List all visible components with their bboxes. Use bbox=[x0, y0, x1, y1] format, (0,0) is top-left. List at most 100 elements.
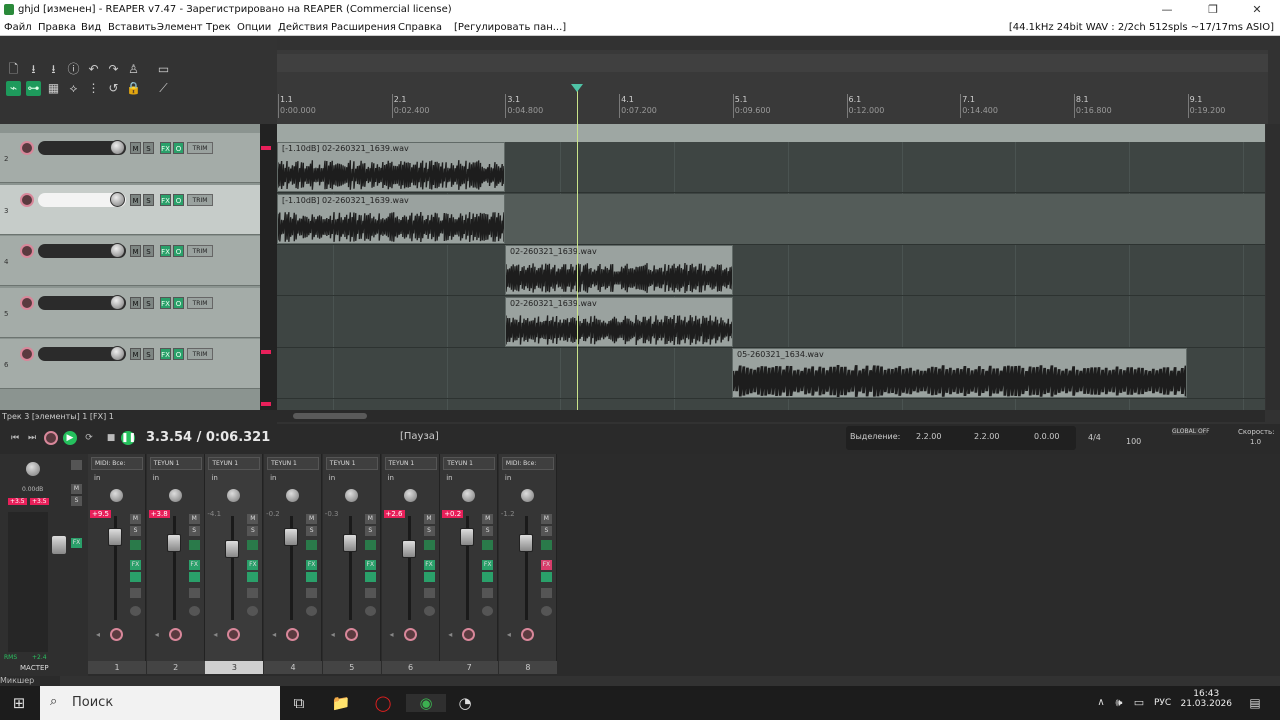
menu-options[interactable]: Опции bbox=[237, 22, 271, 33]
envelope-button[interactable] bbox=[364, 588, 376, 598]
phase-button[interactable]: O bbox=[173, 296, 184, 309]
envelope-points-icon[interactable]: ⟡ bbox=[66, 81, 81, 96]
pan-knob[interactable] bbox=[403, 489, 417, 502]
record-arm-button[interactable] bbox=[227, 628, 241, 641]
minimize-button[interactable]: — bbox=[1144, 0, 1190, 20]
solo-button[interactable]: S bbox=[143, 245, 154, 257]
pan-knob[interactable] bbox=[168, 489, 182, 502]
file-explorer-icon[interactable]: 📁 bbox=[330, 694, 352, 712]
record-arm-button[interactable] bbox=[462, 628, 476, 641]
fx-enable-button[interactable] bbox=[423, 572, 435, 582]
speaker-icon[interactable]: ◂ bbox=[390, 630, 394, 639]
record-arm-button[interactable] bbox=[20, 141, 34, 155]
selection-end[interactable]: 2.2.00 bbox=[974, 432, 999, 441]
solo-button[interactable]: S bbox=[540, 526, 552, 536]
volume-fader[interactable] bbox=[284, 528, 299, 546]
pan-knob[interactable] bbox=[344, 489, 358, 502]
route-button[interactable] bbox=[130, 540, 141, 550]
trim-button[interactable]: TRIM bbox=[187, 142, 213, 154]
menu-help[interactable]: Справка bbox=[398, 22, 442, 33]
route-button[interactable] bbox=[188, 540, 200, 550]
solo-button[interactable]: S bbox=[143, 142, 154, 154]
input-select[interactable]: in bbox=[388, 474, 394, 482]
pan-knob[interactable] bbox=[462, 489, 476, 502]
task-view-icon[interactable]: ⧉ bbox=[288, 694, 310, 712]
volume-fader[interactable] bbox=[108, 528, 122, 546]
phase-button[interactable] bbox=[306, 606, 318, 616]
volume-fader[interactable] bbox=[342, 534, 357, 552]
fx-button[interactable]: FX bbox=[423, 560, 435, 570]
network-icon[interactable]: ▭ bbox=[1128, 694, 1150, 712]
fx-insert-slot[interactable]: TEYUN 1 bbox=[325, 457, 378, 470]
phase-button[interactable] bbox=[423, 606, 435, 616]
volume-knob[interactable] bbox=[110, 294, 125, 310]
phase-button[interactable] bbox=[130, 606, 141, 616]
lock-icon[interactable]: 🔒 bbox=[126, 81, 141, 96]
route-button[interactable] bbox=[247, 540, 259, 550]
scroll-thumb[interactable] bbox=[293, 413, 367, 419]
repeat-icon[interactable]: ⟳ bbox=[82, 431, 96, 445]
volume-knob[interactable] bbox=[110, 140, 125, 155]
record-arm-button[interactable] bbox=[20, 295, 34, 310]
media-item[interactable]: [-1.10dB] 02-260321_1639.wav bbox=[277, 142, 505, 192]
speaker-icon[interactable]: ◂ bbox=[448, 630, 452, 639]
mute-button[interactable]: M bbox=[306, 514, 318, 524]
mute-button[interactable]: M bbox=[540, 514, 552, 524]
record-arm-button[interactable] bbox=[20, 192, 34, 207]
fx-button[interactable]: FX bbox=[306, 560, 318, 570]
media-item[interactable]: 05-260321_1634.wav bbox=[732, 348, 1187, 398]
fx-button[interactable]: FX bbox=[540, 560, 552, 570]
track-header[interactable]: 3 M S FX O TRIM bbox=[0, 184, 260, 235]
master-solo-button[interactable]: S bbox=[71, 496, 82, 506]
master-track-lane[interactable] bbox=[277, 124, 1265, 142]
fx-button[interactable]: FX bbox=[247, 560, 259, 570]
notifications-icon[interactable]: ▤ bbox=[1244, 694, 1266, 712]
mute-button[interactable]: M bbox=[482, 514, 494, 524]
menu-edit[interactable]: Правка bbox=[38, 22, 76, 33]
reaper-taskbar-icon[interactable]: ◔ bbox=[454, 694, 476, 712]
mute-button[interactable]: M bbox=[130, 348, 141, 360]
mute-button[interactable]: M bbox=[364, 514, 376, 524]
mute-button[interactable]: M bbox=[130, 193, 141, 206]
media-item[interactable]: 02-260321_1639.wav bbox=[505, 245, 733, 295]
record-arm-button[interactable] bbox=[20, 347, 34, 361]
fx-enable-button[interactable] bbox=[247, 572, 259, 582]
mute-button[interactable]: M bbox=[130, 245, 141, 257]
pan-knob[interactable] bbox=[286, 489, 300, 502]
volume-knob[interactable] bbox=[110, 191, 125, 207]
go-start-icon[interactable]: ⏮ bbox=[8, 431, 22, 445]
solo-button[interactable]: S bbox=[482, 526, 494, 536]
project-settings-icon[interactable]: ⓘ bbox=[66, 62, 81, 77]
auto-crossfade-icon[interactable]: ⟋ bbox=[156, 81, 171, 96]
master-mute-button[interactable]: M bbox=[71, 484, 82, 494]
trim-button[interactable]: TRIM bbox=[187, 296, 213, 309]
phase-button[interactable] bbox=[188, 606, 200, 616]
fx-button[interactable]: FX bbox=[482, 560, 494, 570]
fx-insert-slot[interactable]: TEYUN 1 bbox=[384, 457, 437, 470]
input-select[interactable]: in bbox=[211, 474, 217, 482]
clock[interactable]: 16:43 21.03.2026 bbox=[1180, 689, 1232, 709]
new-project-icon[interactable]: 🗋 bbox=[6, 62, 21, 77]
track-lane[interactable] bbox=[277, 245, 1265, 296]
phase-button[interactable] bbox=[540, 606, 552, 616]
media-item[interactable]: [-1.10dB] 02-260321_1639.wav bbox=[277, 193, 505, 244]
solo-button[interactable]: S bbox=[364, 526, 376, 536]
speaker-icon[interactable]: ◂ bbox=[155, 630, 159, 639]
phase-button[interactable] bbox=[247, 606, 259, 616]
phase-button[interactable] bbox=[482, 606, 494, 616]
solo-button[interactable]: S bbox=[247, 526, 259, 536]
maximize-button[interactable]: ❐ bbox=[1190, 0, 1236, 20]
mute-button[interactable]: M bbox=[423, 514, 435, 524]
volume-fader[interactable] bbox=[166, 534, 181, 552]
fx-button[interactable]: FX bbox=[160, 245, 171, 257]
pan-knob[interactable] bbox=[110, 489, 123, 502]
audio-device-info[interactable]: [44.1kHz 24bit WAV : 2/2ch 512spls ~17/1… bbox=[1009, 22, 1274, 33]
mute-button[interactable]: M bbox=[130, 142, 141, 154]
undo-icon[interactable]: ↶ bbox=[86, 62, 101, 77]
trim-button[interactable]: TRIM bbox=[187, 193, 213, 206]
fx-insert-slot[interactable]: MIDI: Все: bbox=[501, 457, 554, 470]
menu-file[interactable]: Файл bbox=[4, 22, 32, 33]
go-end-icon[interactable]: ⏭ bbox=[25, 431, 39, 445]
menu-extensions[interactable]: Расширения bbox=[331, 22, 396, 33]
volume-fader[interactable] bbox=[460, 528, 475, 546]
